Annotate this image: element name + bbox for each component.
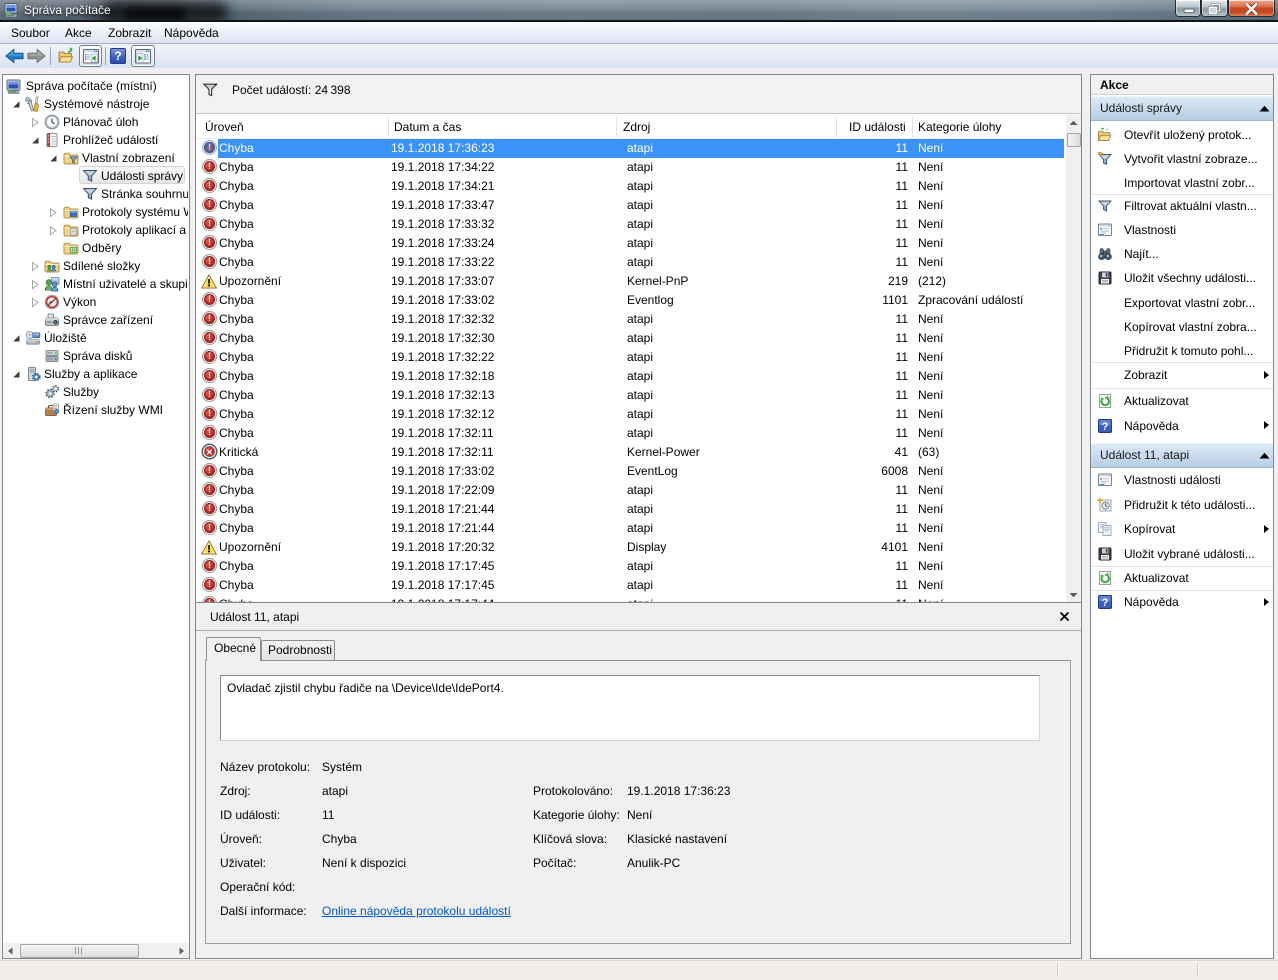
svg-text:?: ? (1102, 597, 1109, 609)
svg-text:?: ? (114, 49, 121, 63)
svg-text:?: ? (1102, 421, 1109, 433)
